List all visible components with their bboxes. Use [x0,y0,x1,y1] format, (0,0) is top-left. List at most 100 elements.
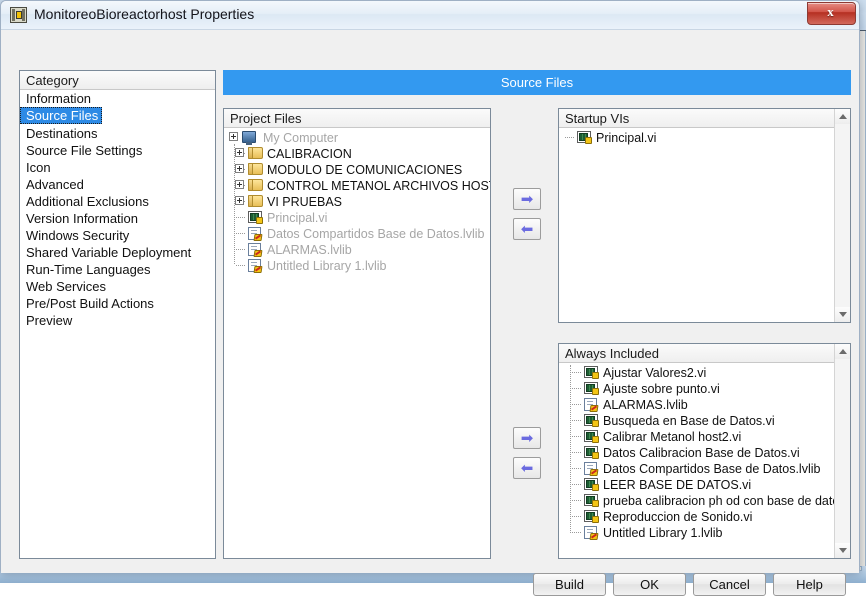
tree-connector [572,452,581,454]
tree-connector [572,516,581,518]
cancel-button[interactable]: Cancel [693,573,766,596]
collapse-icon[interactable] [229,132,238,141]
category-item-destinations[interactable]: Destinations [20,125,215,142]
project-files-tree[interactable]: My Computer CALIBRACION MODULO DE COMUNICA… [224,128,490,273]
tree-connector [236,217,245,219]
category-item-run-time-languages[interactable]: Run-Time Languages [20,261,215,278]
category-item-additional-exclusions[interactable]: Additional Exclusions [20,193,215,210]
tree-item-label: prueba calibracion ph od con base de dat… [603,493,846,508]
category-item-web-services[interactable]: Web Services [20,278,215,295]
always-included-tree[interactable]: Ajustar Valores2.vi Ajuste sobre punto.vi… [559,363,850,540]
tree-item[interactable]: ALARMAS.lvlib [559,396,850,412]
category-item-windows-security[interactable]: Windows Security [20,227,215,244]
vi-file-icon [584,478,599,491]
category-item-icon[interactable]: Icon [20,159,215,176]
startup-vis-scrollbar[interactable] [834,109,850,322]
help-button[interactable]: Help [773,573,846,596]
scroll-up-icon[interactable] [835,344,850,359]
category-item-preview[interactable]: Preview [20,312,215,329]
category-item-label: Shared Variable Deployment [26,245,192,260]
tree-item-label: Untitled Library 1.lvlib [603,525,723,540]
project-files-panel[interactable]: Project Files My Computer CALIBRACION MODU… [223,108,491,559]
tree-item-label: Calibrar Metanol host2.vi [603,429,742,444]
labview-vi-icon [10,7,27,23]
startup-vis-tree[interactable]: Principal.vi [559,128,850,145]
expand-icon[interactable] [235,148,244,157]
startup-vis-panel[interactable]: Startup VIs Principal.vi [558,108,851,323]
folder-icon [248,179,263,191]
category-item-source-files[interactable]: Source Files [20,107,103,124]
tree-item[interactable]: MODULO DE COMUNICACIONES [224,161,490,177]
tree-item-label: Ajuste sobre punto.vi [603,381,720,396]
category-item-label: Source File Settings [26,143,143,158]
category-item-advanced[interactable]: Advanced [20,176,215,193]
tree-item-root[interactable]: My Computer [224,129,490,145]
tree-item[interactable]: CONTROL METANOL ARCHIVOS HOST [224,177,490,193]
tree-item[interactable]: VI PRUEBAS [224,193,490,209]
tree-item[interactable]: Reproduccion de Sonido.vi [559,508,850,524]
category-item-source-file-settings[interactable]: Source File Settings [20,142,215,159]
tree-item[interactable]: CALIBRACION [224,145,490,161]
tree-item-label: ALARMAS.lvlib [267,242,352,257]
always-included-header: Always Included [559,344,850,363]
category-item-label: Icon [26,160,51,175]
always-included-panel[interactable]: Always Included Ajustar Valores2.vi Ajust… [558,343,851,559]
tree-item[interactable]: Untitled Library 1.lvlib [559,524,850,540]
tree-item[interactable]: Busqueda en Base de Datos.vi [559,412,850,428]
remove-from-always-included-button[interactable]: ⬅ [513,457,541,479]
expand-icon[interactable] [235,164,244,173]
dialog-body: Category Information Source Files Destinat… [1,30,859,596]
category-item-label: Version Information [26,211,139,226]
tree-item[interactable]: Datos Calibracion Base de Datos.vi [559,444,850,460]
add-to-always-included-button[interactable]: ➡ [513,427,541,449]
category-item-version-information[interactable]: Version Information [20,210,215,227]
tree-item[interactable]: Calibrar Metanol host2.vi [559,428,850,444]
tree-item[interactable]: ALARMAS.lvlib [224,241,490,257]
tree-item[interactable]: Ajustar Valores2.vi [559,364,850,380]
tree-item[interactable]: LEER BASE DE DATOS.vi [559,476,850,492]
tree-item[interactable]: Untitled Library 1.lvlib [224,257,490,273]
tree-item-label: CALIBRACION [267,146,352,161]
category-item-pre-post-build-actions[interactable]: Pre/Post Build Actions [20,295,215,312]
add-to-startup-vis-button[interactable]: ➡ [513,188,541,210]
dialog-titlebar[interactable]: MonitoreoBioreactorhost Properties x [1,1,859,30]
build-button[interactable]: Build [533,573,606,596]
category-item-label: Web Services [26,279,106,294]
dialog-title: MonitoreoBioreactorhost Properties [34,6,255,22]
tree-item-label: LEER BASE DE DATOS.vi [603,477,752,492]
tree-item[interactable]: Ajuste sobre punto.vi [559,380,850,396]
category-item-label: Destinations [26,126,98,141]
category-list[interactable]: Category Information Source Files Destinat… [19,70,216,559]
scroll-up-icon[interactable] [835,109,850,124]
tree-item-label: Reproduccion de Sonido.vi [603,509,753,524]
tree-item[interactable]: prueba calibracion ph od con base de dat… [559,492,850,508]
category-item-label: Information [26,91,92,106]
tree-item-label: My Computer [263,130,339,145]
tree-item-label: Busqueda en Base de Datos.vi [603,413,775,428]
scroll-down-icon[interactable] [835,307,850,322]
tree-item[interactable]: Datos Compartidos Base de Datos.lvlib [559,460,850,476]
vi-file-icon [584,382,599,395]
category-item-information[interactable]: Information [20,90,215,107]
tree-item[interactable]: Principal.vi [224,209,490,225]
tree-item[interactable]: Datos Compartidos Base de Datos.lvlib [224,225,490,241]
always-included-scrollbar[interactable] [834,344,850,558]
tree-connector [572,436,581,438]
category-item-label: Preview [26,313,73,328]
expand-icon[interactable] [235,196,244,205]
tree-item[interactable]: Principal.vi [559,129,850,145]
tree-connector [572,404,581,406]
lvlib-file-icon [248,259,262,272]
vi-file-icon [248,211,263,224]
arrow-left-icon: ⬅ [520,220,534,238]
close-button[interactable]: x [807,2,856,25]
ok-button[interactable]: OK [613,573,686,596]
category-item-label: Windows Security [26,228,130,243]
category-item-shared-variable-deployment[interactable]: Shared Variable Deployment [20,244,215,261]
expand-icon[interactable] [235,180,244,189]
properties-dialog: MonitoreoBioreactorhost Properties x Cat… [0,0,860,596]
tree-connector [236,233,245,235]
arrow-left-icon: ⬅ [520,459,534,477]
scroll-down-icon[interactable] [835,543,850,558]
remove-from-startup-vis-button[interactable]: ⬅ [513,218,541,240]
